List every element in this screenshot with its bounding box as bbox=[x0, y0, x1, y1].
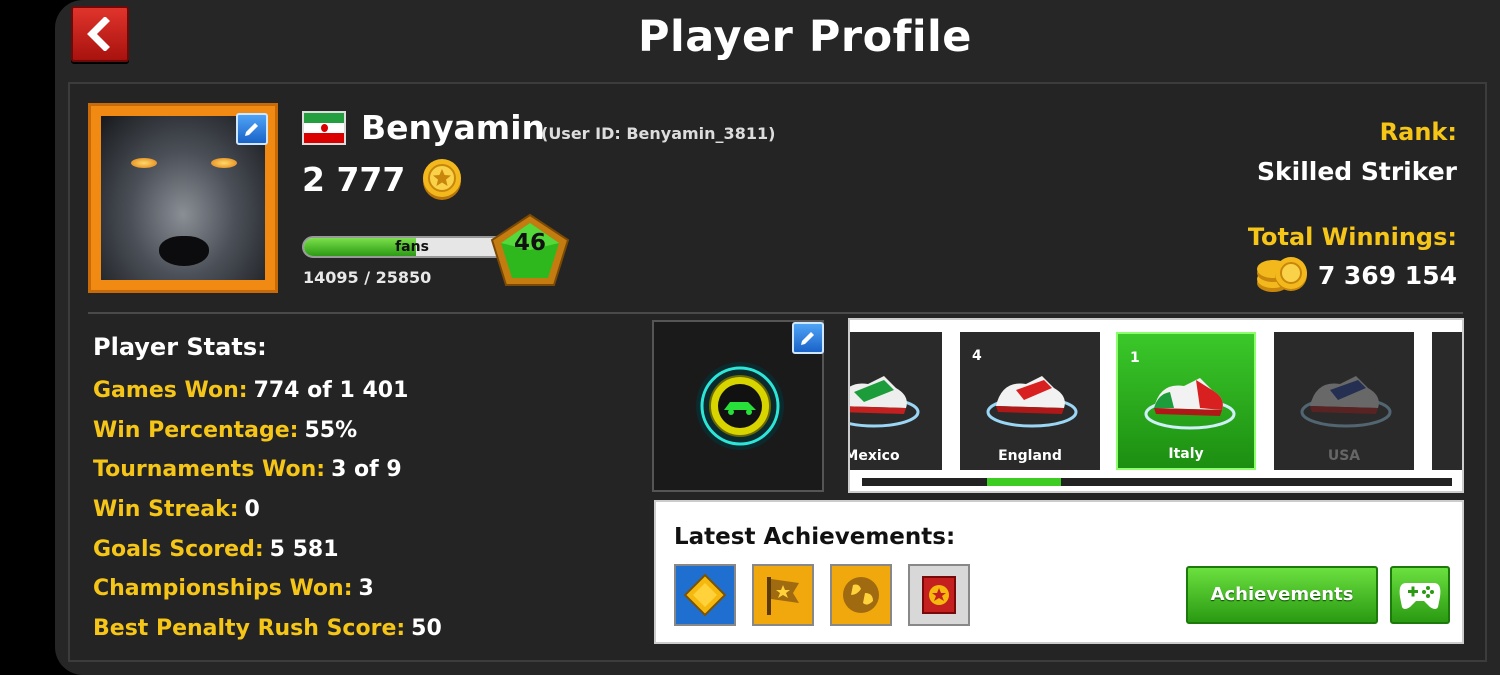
stat-games-won: Games Won: 774 of 1 401 bbox=[93, 378, 409, 403]
boot-count: 1 bbox=[1130, 350, 1140, 366]
stat-win-streak: Win Streak: 0 bbox=[93, 497, 260, 522]
coin-balance: 2 777 bbox=[302, 160, 406, 199]
stat-best-penalty-rush: Best Penalty Rush Score: 50 bbox=[93, 616, 442, 641]
boot-card-partial[interactable] bbox=[1432, 332, 1462, 470]
player-level: 46 bbox=[513, 230, 546, 256]
medal-card-icon[interactable] bbox=[908, 564, 970, 626]
boot-icon bbox=[1300, 376, 1392, 428]
boot-card-usa[interactable]: USA bbox=[1274, 332, 1414, 470]
boots-scrollbar[interactable] bbox=[862, 478, 1452, 486]
page-title: Player Profile bbox=[638, 12, 972, 62]
boot-card-mexico[interactable]: Mexico bbox=[848, 332, 942, 470]
boot-country: USA bbox=[1327, 448, 1361, 464]
boot-country: Mexico bbox=[848, 448, 900, 464]
boots-scrollbar-thumb[interactable] bbox=[987, 478, 1061, 486]
boot-icon bbox=[850, 376, 920, 428]
car-badge-icon bbox=[696, 362, 784, 450]
fans-count: 14095 / 25850 bbox=[303, 268, 432, 287]
player-stats-title: Player Stats: bbox=[93, 333, 267, 361]
pencil-icon bbox=[245, 123, 258, 136]
boot-country: England bbox=[998, 448, 1062, 464]
pencil-icon bbox=[801, 332, 814, 345]
rank-label: Rank: bbox=[1379, 118, 1457, 146]
avatar-eye-right bbox=[211, 158, 237, 168]
boots-carousel[interactable]: Mexico 4 England 1 Italy USA bbox=[848, 318, 1464, 493]
user-id: (User ID: Benyamin_3811) bbox=[541, 124, 776, 143]
country-flag bbox=[302, 111, 346, 145]
total-winnings-label: Total Winnings: bbox=[1247, 223, 1457, 251]
latest-achievements-panel: Latest Achievements: Achievements bbox=[654, 500, 1464, 644]
achievements-button[interactable]: Achievements bbox=[1186, 566, 1378, 624]
boot-country: Italy bbox=[1168, 446, 1204, 462]
boot-card-england[interactable]: 4 England bbox=[960, 332, 1100, 470]
fans-label: fans bbox=[395, 239, 429, 255]
coin-icon bbox=[423, 159, 461, 200]
coin-stack-icon bbox=[1257, 257, 1307, 292]
divider bbox=[88, 312, 1463, 314]
boot-icon bbox=[986, 376, 1078, 428]
diamond-badge-icon[interactable] bbox=[674, 564, 736, 626]
boot-card-italy[interactable]: 1 Italy bbox=[1116, 332, 1256, 470]
game-center-button[interactable] bbox=[1390, 566, 1450, 624]
stat-win-percentage: Win Percentage: 55% bbox=[93, 418, 358, 443]
boot-count: 4 bbox=[972, 348, 982, 364]
avatar-nose bbox=[159, 236, 209, 266]
fans-progress-bar: fans bbox=[302, 236, 512, 258]
gamepad-icon bbox=[1399, 583, 1441, 609]
stat-championships-won: Championships Won: 3 bbox=[93, 576, 374, 601]
edit-avatar-button[interactable] bbox=[236, 113, 268, 145]
player-name: Benyamin bbox=[361, 108, 545, 147]
star-flag-icon[interactable] bbox=[752, 564, 814, 626]
rank-value: Skilled Striker bbox=[1257, 157, 1457, 186]
edit-badge-button[interactable] bbox=[792, 322, 824, 354]
latest-achievements-title: Latest Achievements: bbox=[674, 524, 956, 550]
total-winnings-value: 7 369 154 bbox=[1317, 261, 1457, 290]
stat-tournaments-won: Tournaments Won: 3 of 9 bbox=[93, 457, 402, 482]
avatar-eye-left bbox=[131, 158, 157, 168]
globe-icon[interactable] bbox=[830, 564, 892, 626]
boot-icon bbox=[1144, 378, 1236, 430]
stat-goals-scored: Goals Scored: 5 581 bbox=[93, 537, 339, 562]
